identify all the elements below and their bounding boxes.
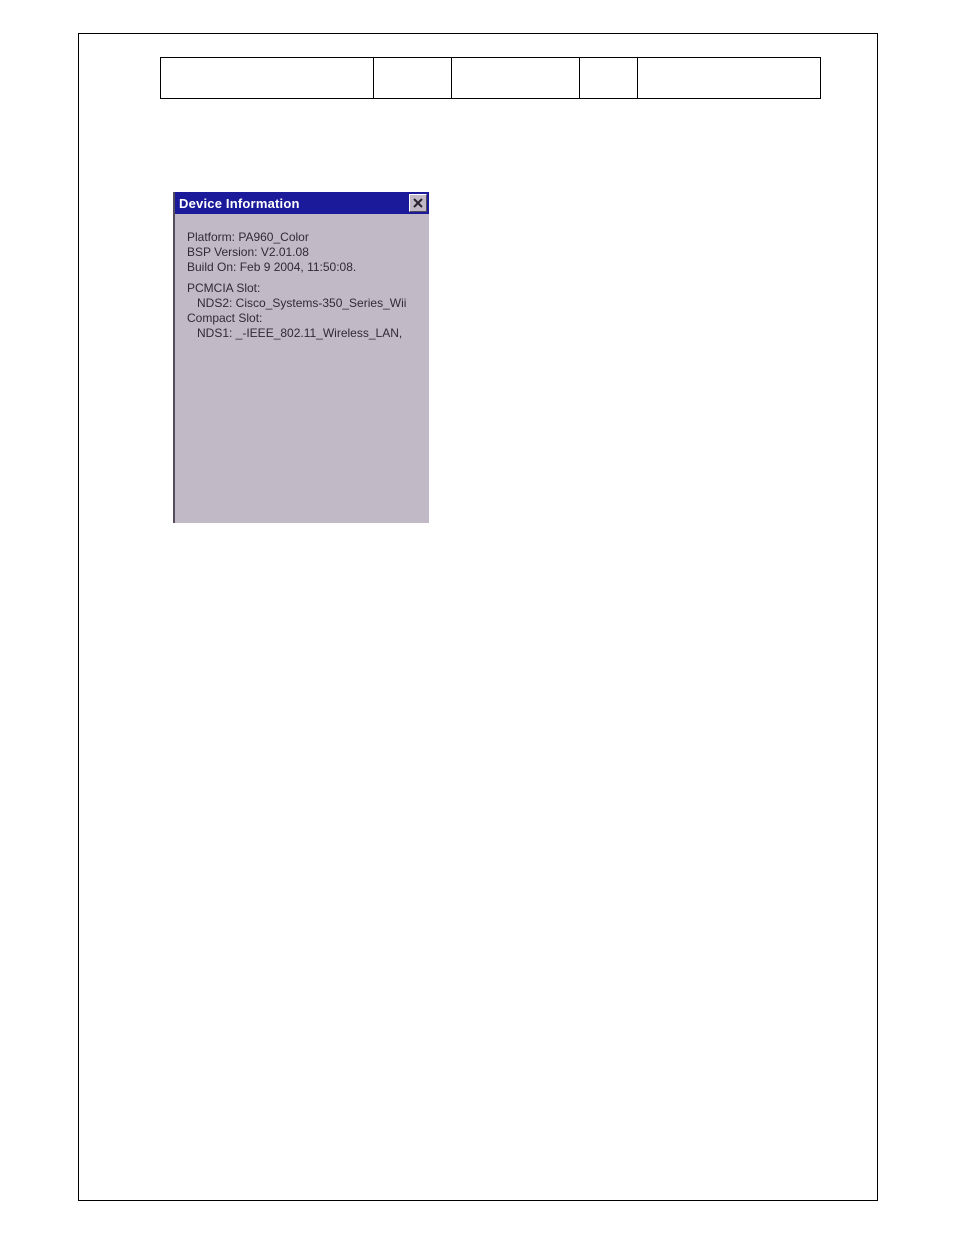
table-cell: [580, 58, 638, 99]
nds1-line: NDS1: _-IEEE_802.11_Wireless_LAN,: [187, 326, 421, 341]
table-cell: [374, 58, 452, 99]
header-table: [160, 57, 821, 99]
device-information-window: Device Information Platform: PA960_Color…: [173, 192, 429, 523]
table-row: [161, 58, 821, 99]
compact-slot-label: Compact Slot:: [187, 311, 421, 326]
table-cell: [161, 58, 374, 99]
table-cell: [638, 58, 821, 99]
pcmcia-slot-label: PCMCIA Slot:: [187, 281, 421, 296]
nds2-line: NDS2: Cisco_Systems-350_Series_Wii: [187, 296, 421, 311]
platform-line: Platform: PA960_Color: [187, 230, 421, 245]
titlebar: Device Information: [175, 192, 429, 214]
document-page: Device Information Platform: PA960_Color…: [0, 0, 954, 1235]
build-on-line: Build On: Feb 9 2004, 11:50:08.: [187, 260, 421, 275]
close-icon: [413, 198, 423, 208]
table-cell: [452, 58, 580, 99]
bsp-version-line: BSP Version: V2.01.08: [187, 245, 421, 260]
window-body: Platform: PA960_Color BSP Version: V2.01…: [175, 214, 429, 341]
window-title: Device Information: [179, 196, 300, 211]
close-button[interactable]: [409, 194, 427, 212]
